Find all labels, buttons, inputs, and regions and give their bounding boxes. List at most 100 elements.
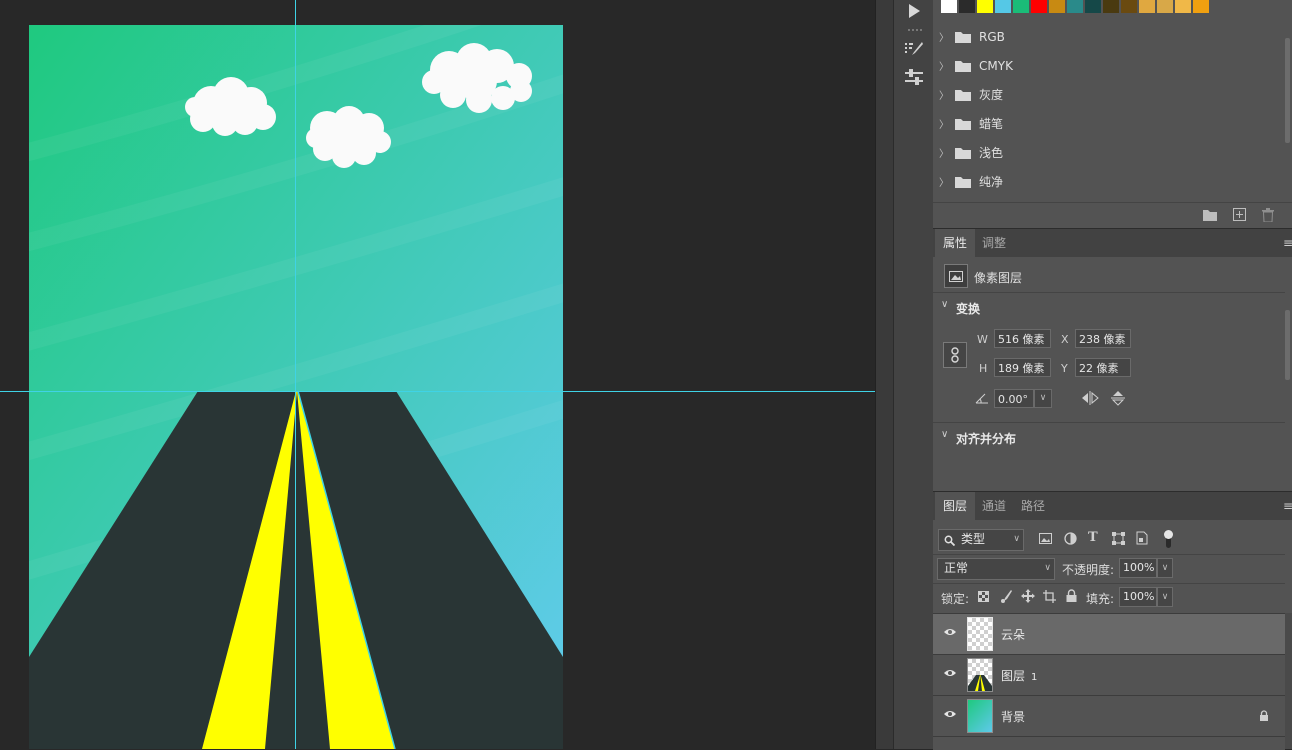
chevron-down-icon[interactable]: ∨ [941, 299, 948, 310]
filter-adjustment-icon[interactable] [1064, 532, 1077, 545]
color-swatch[interactable] [1067, 0, 1083, 13]
lock-artboard-icon[interactable] [1043, 590, 1056, 603]
chevron-right-icon[interactable]: 〉 [933, 29, 955, 44]
x-position-field[interactable]: 238 像素 [1075, 329, 1131, 348]
swatch-group-pure[interactable]: 〉 纯净 [933, 167, 1292, 196]
layer-row-layer-1[interactable]: 图层 1 [933, 655, 1285, 696]
layer-row-background[interactable]: 背景 [933, 696, 1285, 737]
blend-mode-select[interactable]: 正常 ∨ [937, 558, 1055, 580]
canvas-workspace[interactable] [0, 0, 875, 749]
color-swatch[interactable] [1049, 0, 1065, 13]
lock-image-pixels-brush-icon[interactable] [1000, 589, 1012, 603]
tab-layers[interactable]: 图层 [935, 492, 976, 520]
eye-visibility-icon[interactable] [943, 627, 957, 637]
brush-settings-icon[interactable] [902, 38, 926, 60]
color-swatch[interactable] [1139, 0, 1155, 13]
color-swatch[interactable] [977, 0, 993, 13]
layer-name[interactable]: 背景 [1001, 708, 1025, 725]
opacity-dropdown-chevron-icon[interactable]: ∨ [1157, 558, 1173, 578]
color-swatch[interactable] [1085, 0, 1101, 13]
lock-position-move-icon[interactable] [1021, 589, 1035, 603]
layer-name[interactable]: 图层 1 [1001, 667, 1037, 684]
new-swatch-icon[interactable] [1233, 208, 1246, 221]
swatch-group-label: CMYK [979, 58, 1013, 73]
chevron-right-icon[interactable]: 〉 [933, 174, 955, 189]
layer-name[interactable]: 云朵 [1001, 626, 1025, 643]
layers-scrollbar[interactable] [1285, 613, 1292, 749]
lock-all-icon[interactable] [1066, 589, 1077, 602]
color-swatch[interactable] [995, 0, 1011, 13]
fill-dropdown-chevron-icon[interactable]: ∨ [1157, 587, 1173, 607]
divider [933, 554, 1285, 555]
flip-horizontal-icon[interactable] [1081, 391, 1099, 405]
filter-pixel-icon[interactable] [1039, 533, 1052, 544]
rotation-dropdown-chevron-icon[interactable]: ∨ [1034, 389, 1052, 408]
tab-properties[interactable]: 属性 [935, 229, 976, 257]
pixel-layer-icon [944, 264, 968, 288]
swatch-group-grayscale[interactable]: 〉 灰度 [933, 80, 1292, 109]
chevron-down-icon[interactable]: ∨ [941, 429, 948, 440]
swatches-strip [933, 0, 1292, 17]
swatches-scrollbar[interactable] [1285, 38, 1290, 143]
layers-tabbar: 图层 通道 路径 ≡ [933, 491, 1292, 520]
guide-vertical[interactable] [295, 0, 296, 749]
canvas-scroll-gutter [875, 0, 894, 749]
new-group-folder-icon[interactable] [1203, 209, 1217, 221]
layer-row-clouds[interactable]: 云朵 [933, 614, 1285, 655]
swatch-group-rgb[interactable]: 〉 RGB [933, 22, 1292, 51]
chevron-right-icon[interactable]: 〉 [933, 87, 955, 102]
swatch-group-pastel[interactable]: 〉 蜡笔 [933, 109, 1292, 138]
fill-label: 填充: [1086, 592, 1115, 606]
eye-visibility-icon[interactable] [943, 709, 957, 719]
color-swatch[interactable] [1175, 0, 1191, 13]
guide-horizontal[interactable] [0, 391, 875, 392]
eye-visibility-icon[interactable] [943, 668, 957, 678]
height-field[interactable]: 189 像素 [994, 358, 1051, 377]
y-position-field[interactable]: 22 像素 [1075, 358, 1131, 377]
swatch-group-label: 浅色 [979, 146, 1004, 160]
divider [933, 292, 1285, 293]
strip-grip [902, 28, 926, 32]
opacity-field[interactable]: 100% [1119, 558, 1157, 578]
color-swatch[interactable] [1121, 0, 1137, 13]
chevron-right-icon[interactable]: 〉 [933, 116, 955, 131]
tab-paths[interactable]: 路径 [1013, 492, 1053, 520]
color-swatch[interactable] [1103, 0, 1119, 13]
tab-channels[interactable]: 通道 [974, 492, 1014, 520]
color-swatch[interactable] [959, 0, 975, 13]
swatch-group-light[interactable]: 〉 浅色 [933, 138, 1292, 167]
flip-vertical-icon[interactable] [1111, 390, 1125, 406]
color-swatch[interactable] [1031, 0, 1047, 13]
color-swatch[interactable] [1193, 0, 1209, 13]
opacity-label: 不透明度: [1062, 563, 1115, 577]
document-canvas[interactable] [29, 25, 563, 749]
layer-thumbnail [967, 699, 993, 733]
panel-menu-icon[interactable]: ≡ [1283, 500, 1292, 512]
filter-type-icon[interactable]: T [1088, 530, 1098, 545]
color-swatch[interactable] [1157, 0, 1173, 13]
layers-list: 云朵 图层 1 背景 [933, 613, 1285, 750]
trash-icon[interactable] [1262, 208, 1274, 222]
swatch-group-cmyk[interactable]: 〉 CMYK [933, 51, 1292, 80]
chevron-right-icon[interactable]: 〉 [933, 145, 955, 160]
color-swatch[interactable] [941, 0, 957, 13]
tab-adjustments[interactable]: 调整 [974, 229, 1014, 257]
swatch-group-list: 〉 RGB 〉 CMYK 〉 灰度 〉 蜡笔 〉 浅色 〉 纯净 [933, 22, 1285, 200]
layer-filter-select[interactable]: 类型 ∨ [938, 529, 1024, 551]
panel-menu-icon[interactable]: ≡ [1283, 237, 1292, 249]
link-dimensions-icon[interactable] [943, 342, 967, 368]
properties-scrollbar[interactable] [1285, 310, 1290, 380]
play-action-icon[interactable] [902, 0, 926, 22]
chevron-right-icon[interactable]: 〉 [933, 58, 955, 73]
divider [933, 583, 1285, 584]
filter-shape-icon[interactable] [1112, 532, 1125, 545]
filter-smart-object-icon[interactable] [1136, 531, 1148, 545]
fill-field[interactable]: 100% [1119, 587, 1157, 607]
color-swatch[interactable] [1013, 0, 1029, 13]
filter-toggle-switch[interactable] [1164, 530, 1173, 549]
rotation-angle-field[interactable]: 0.00° [994, 389, 1034, 408]
lock-transparent-pixels-icon[interactable] [978, 591, 989, 602]
adjustments-sliders-icon[interactable] [902, 66, 926, 88]
width-field[interactable]: 516 像素 [994, 329, 1051, 348]
folder-icon [955, 147, 971, 159]
